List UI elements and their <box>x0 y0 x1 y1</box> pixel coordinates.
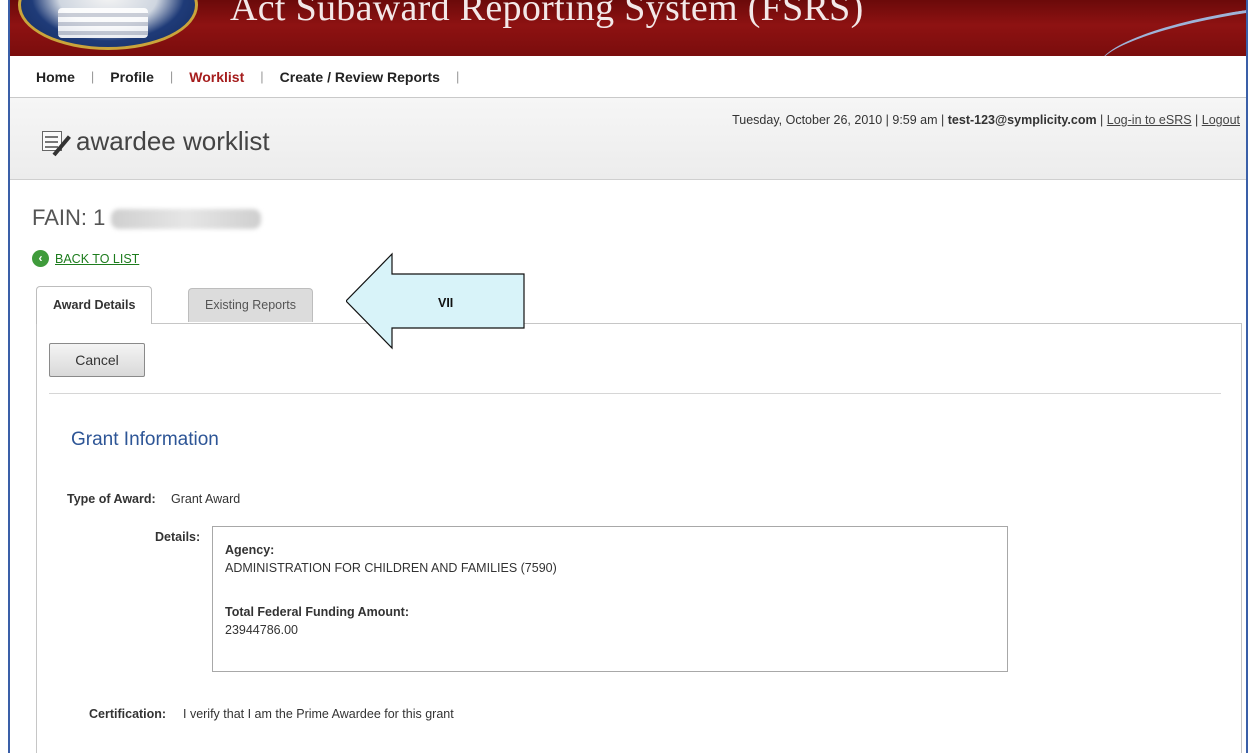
nav-profile[interactable]: Profile <box>110 69 154 85</box>
nav-separator: | <box>169 69 174 84</box>
divider <box>49 393 1221 394</box>
nav-home[interactable]: Home <box>36 69 75 85</box>
banner-title: Act Subaward Reporting System (FSRS) <box>230 0 864 29</box>
header-separator: | <box>1191 113 1202 127</box>
details-label: Details: <box>155 530 201 544</box>
date-time: Tuesday, October 26, 2010 | 9:59 am | <box>732 113 948 127</box>
fain-heading: FAIN: 1 <box>32 205 262 231</box>
nav-create-review-reports[interactable]: Create / Review Reports <box>280 69 440 85</box>
header-user-info: Tuesday, October 26, 2010 | 9:59 am | te… <box>732 113 1240 127</box>
main-nav: Home | Profile | Worklist | Create / Rev… <box>10 56 1246 98</box>
site-banner: Act Subaward Reporting System (FSRS) <box>10 0 1246 56</box>
back-to-list-link[interactable]: BACK TO LIST <box>55 252 139 266</box>
page-title-text: awardee worklist <box>76 126 270 156</box>
login-esrs-link[interactable]: Log-in to eSRS <box>1107 113 1192 127</box>
logout-link[interactable]: Logout <box>1202 113 1240 127</box>
callout-arrow <box>346 252 525 350</box>
nav-worklist[interactable]: Worklist <box>189 69 244 85</box>
tab-existing-reports[interactable]: Existing Reports <box>188 288 314 322</box>
page-title: awardee worklist <box>42 126 270 157</box>
browser-frame: Act Subaward Reporting System (FSRS) Hom… <box>8 0 1248 753</box>
certification-value: I verify that I am the Prime Awardee for… <box>183 707 454 721</box>
type-of-award-label: Type of Award: <box>67 492 156 506</box>
user-email: test-123@symplicity.com <box>947 113 1097 127</box>
funding-label: Total Federal Funding Amount: <box>225 605 410 619</box>
agency-label: Agency: <box>225 543 275 557</box>
type-of-award-value: Grant Award <box>171 492 241 506</box>
redacted-fain-number <box>111 209 262 230</box>
flag-stripes-icon <box>58 8 148 38</box>
award-details-panel: Cancel Grant Information Type of Award: … <box>36 323 1242 753</box>
back-to-list[interactable]: ‹ BACK TO LIST <box>32 250 139 267</box>
nav-separator: | <box>455 69 460 84</box>
notepad-pencil-icon <box>42 130 71 156</box>
tab-award-details[interactable]: Award Details <box>36 286 153 324</box>
agency-value: ADMINISTRATION FOR CHILDREN AND FAMILIES… <box>225 561 557 575</box>
header-separator: | <box>1096 113 1107 127</box>
callout-arrow-shape <box>346 252 525 350</box>
back-arrow-icon[interactable]: ‹ <box>32 250 49 267</box>
details-box: Agency: ADMINISTRATION FOR CHILDREN AND … <box>212 526 1008 672</box>
cancel-button[interactable]: Cancel <box>49 343 145 377</box>
page-header: awardee worklist Tuesday, October 26, 20… <box>10 98 1246 180</box>
banner-swoosh <box>1094 9 1246 56</box>
nav-separator: | <box>90 69 95 84</box>
section-title: Grant Information <box>71 429 219 450</box>
certification-label: Certification: <box>89 707 167 721</box>
funding-value: 23944786.00 <box>225 623 298 637</box>
nav-separator: | <box>260 69 264 84</box>
fain-label: FAIN: 1 <box>32 205 106 230</box>
callout-label: VII <box>438 296 454 310</box>
